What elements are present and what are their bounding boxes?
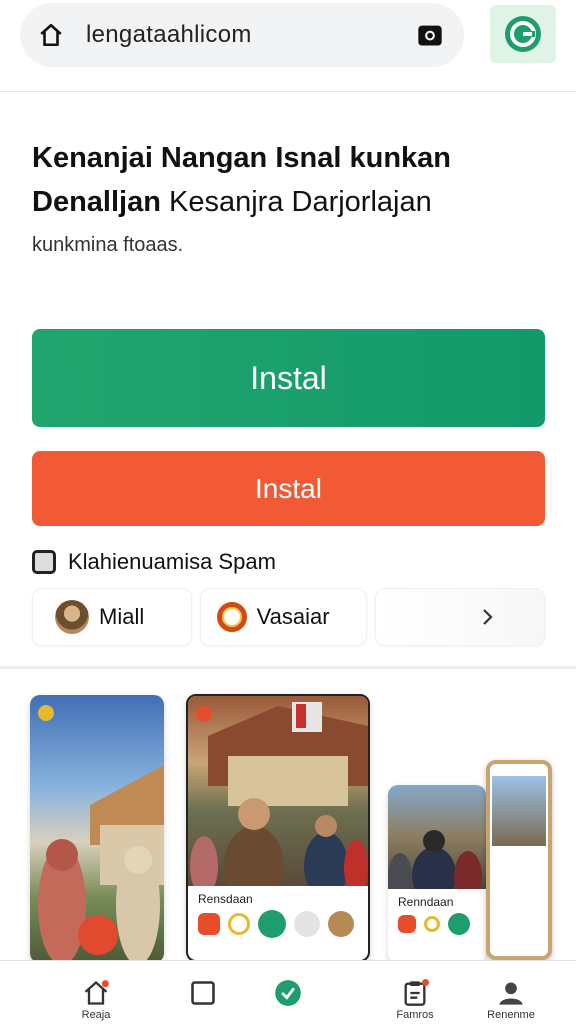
chip-miall[interactable]: Miall [32, 588, 192, 646]
nav-item-famros[interactable]: Famros [367, 961, 463, 1025]
gallery-card-3[interactable]: Renndaan [388, 785, 486, 962]
people-illustration [388, 830, 482, 903]
chip-more[interactable] [375, 588, 545, 646]
headline-title: Kenanjai Nangan Isnal kunkan [32, 142, 451, 174]
grammar-icon [505, 16, 541, 52]
headline-subtitle: kunkmina ftoaas. [32, 234, 184, 256]
spam-option[interactable]: Klahienuamisa Spam [32, 549, 276, 575]
spam-checkbox[interactable] [32, 550, 56, 574]
nav-item-check[interactable] [240, 961, 336, 1025]
check-icon [275, 980, 301, 1006]
nav-label: Renenme [487, 1009, 535, 1021]
nav-item-profile[interactable]: Renenme [463, 961, 559, 1025]
square-icon [191, 981, 215, 1005]
card-label: Rensdaan [198, 892, 253, 906]
section-divider [0, 666, 576, 669]
yellow-ring-icon [228, 913, 250, 935]
chip-row: Miall Vasaiar [32, 588, 545, 646]
headline-second-line: Denalljan Kesanjra Darjorlajan [32, 184, 552, 220]
chevron-right-icon [483, 609, 493, 625]
nav-item-square[interactable] [155, 961, 251, 1025]
spam-label: Klahienuamisa Spam [68, 549, 276, 574]
chip-vasaiar[interactable]: Vasaiar [199, 588, 368, 646]
install-button-secondary[interactable]: Instal [32, 451, 545, 526]
user-icon [499, 982, 523, 1005]
yellow-ring-icon [424, 916, 440, 932]
home-icon [84, 980, 109, 1005]
extension-button[interactable] [490, 5, 556, 63]
avatar-icon [294, 911, 320, 937]
phone-screen [492, 776, 546, 846]
headline-rest: Kesanjra Darjorlajan [160, 186, 432, 218]
avatar [55, 600, 89, 634]
browser-toolbar: lengataahlicom [0, 0, 576, 92]
nav-label: Reaja [81, 1009, 111, 1021]
crowd-illustration [190, 702, 368, 906]
address-bar[interactable]: lengataahlicom [20, 3, 464, 67]
nav-item-home[interactable]: Reaja [48, 961, 144, 1025]
chip-label: Miall [99, 604, 145, 629]
badge-icon [196, 706, 212, 722]
home-icon[interactable] [38, 22, 64, 48]
gallery-card-1[interactable] [30, 695, 164, 962]
chip-label: Vasaiar [256, 604, 330, 629]
install-button-primary[interactable]: Instal [32, 329, 545, 427]
bottom-navigation: Reaja Famros Renenme [0, 960, 576, 1024]
card-label: Renndaan [398, 895, 454, 909]
url-text[interactable]: lengataahlicom [86, 21, 416, 49]
card-icons [388, 913, 486, 935]
gallery-card-2[interactable]: Rensdaan [186, 694, 370, 962]
green-check-icon [258, 910, 286, 938]
card-icons [188, 910, 368, 938]
green-check-icon [448, 913, 470, 935]
crowd-photo [188, 696, 368, 906]
people-photo [388, 785, 486, 903]
red-app-icon [198, 913, 220, 935]
ring-icon [216, 602, 247, 632]
screenshot-gallery: Rensdaan Renndaan [0, 672, 576, 962]
headline-block: Kenanjai Nangan Isnal kunkan Denalljan K… [32, 140, 552, 257]
photo-icon [328, 911, 354, 937]
nav-label: Famros [396, 1009, 434, 1021]
phone-mockup [486, 760, 552, 960]
camera-icon[interactable] [416, 21, 444, 49]
red-app-icon [398, 915, 416, 933]
action-button[interactable] [78, 915, 118, 955]
headline-bold-word: Denalljan [32, 186, 161, 218]
clipboard-icon [404, 979, 429, 1006]
